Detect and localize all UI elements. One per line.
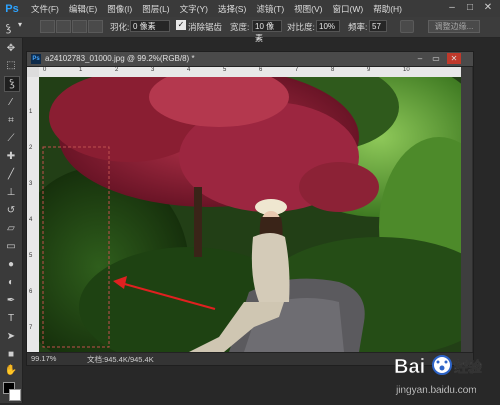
- menu-view[interactable]: 视图(V): [294, 3, 322, 15]
- menu-image[interactable]: 图像(I): [107, 3, 132, 15]
- doc-maximize-icon[interactable]: ▭: [429, 53, 443, 64]
- brush-icon[interactable]: ╱: [4, 168, 18, 182]
- tools-panel: ✥ ⬚ ꝣ ⁄ ⌗ ⟋ ✚ ╱ ⊥ ↺ ▱ ▭ ● ◐ ✒ T ➤ ■ ✋ ⌕: [0, 38, 23, 403]
- dodge-icon[interactable]: ◐: [4, 276, 18, 290]
- width-label: 宽度:: [230, 22, 250, 32]
- ruler-tick: 0: [43, 67, 47, 73]
- watermark-brand: Bai: [394, 356, 425, 378]
- document-title: a24102783_01000.jpg @ 99.2%(RGB/8) *: [45, 54, 195, 63]
- options-bar: ꝣ ▾ 羽化: 0 像素 ✓ 消除锯齿 宽度: 10 像素 对比度: 10% 频…: [0, 17, 500, 43]
- rectangle-icon[interactable]: ■: [4, 348, 18, 362]
- contrast-input[interactable]: 10%: [316, 20, 340, 32]
- feather-input[interactable]: 0 像素: [130, 20, 170, 32]
- ruler-tick: 2: [115, 67, 119, 73]
- document-tab[interactable]: Ps a24102783_01000.jpg @ 99.2%(RGB/8) * …: [27, 52, 473, 67]
- magnetic-lasso-icon[interactable]: ꝣ: [6, 20, 11, 34]
- menu-edit[interactable]: 编辑(E): [69, 3, 97, 15]
- eyedropper-icon[interactable]: ⟋: [4, 132, 18, 146]
- ruler-tick: 6: [29, 289, 33, 295]
- quick-select-icon[interactable]: ⁄: [4, 96, 18, 110]
- background-color[interactable]: [9, 389, 21, 401]
- blur-icon[interactable]: ●: [4, 258, 18, 272]
- photoshop-logo: Ps: [3, 1, 21, 16]
- ps-document-icon: Ps: [31, 54, 41, 64]
- photo-garden-scene: [39, 77, 461, 352]
- ruler-tick: 6: [259, 67, 263, 73]
- path-select-icon[interactable]: ➤: [4, 330, 18, 344]
- stamp-icon[interactable]: ⊥: [4, 186, 18, 200]
- type-icon[interactable]: T: [4, 312, 18, 326]
- menu-type[interactable]: 文字(Y): [180, 3, 208, 15]
- marquee-icon[interactable]: ⬚: [4, 59, 18, 73]
- ruler-tick: 8: [331, 67, 335, 73]
- maximize-icon[interactable]: □: [462, 2, 478, 14]
- menu-filter[interactable]: 滤镜(T): [256, 3, 284, 15]
- vertical-scrollbar[interactable]: [461, 67, 472, 352]
- move-icon[interactable]: ✥: [4, 42, 18, 56]
- doc-close-icon[interactable]: ✕: [447, 53, 461, 64]
- menu-help[interactable]: 帮助(H): [373, 3, 402, 15]
- eraser-icon[interactable]: ▱: [4, 222, 18, 236]
- menu-file[interactable]: 文件(F): [31, 3, 59, 15]
- ruler-tick: 3: [29, 181, 33, 187]
- subtract-selection-icon[interactable]: [72, 20, 87, 33]
- refine-edge-button[interactable]: 调整边缘...: [428, 20, 480, 33]
- ruler-tick: 4: [29, 217, 33, 223]
- add-selection-icon[interactable]: [56, 20, 71, 33]
- crop-icon[interactable]: ⌗: [4, 114, 18, 128]
- zoom-level[interactable]: 99.17%: [31, 354, 56, 363]
- image-canvas[interactable]: [39, 77, 461, 352]
- ruler-tick: 4: [187, 67, 191, 73]
- menu-window[interactable]: 窗口(W): [333, 3, 364, 15]
- pen-icon[interactable]: ✒: [4, 294, 18, 308]
- hand-icon[interactable]: ✋: [4, 364, 18, 378]
- antialias-label: 消除锯齿: [188, 22, 223, 32]
- width-input[interactable]: 10 像素: [252, 20, 282, 43]
- close-icon[interactable]: ✕: [480, 2, 496, 14]
- ruler-tick: 5: [223, 67, 227, 73]
- new-selection-icon[interactable]: [40, 20, 55, 33]
- healing-icon[interactable]: ✚: [4, 150, 18, 164]
- menu-layer[interactable]: 图层(L): [142, 3, 169, 15]
- document-window: Ps a24102783_01000.jpg @ 99.2%(RGB/8) * …: [26, 51, 474, 366]
- frequency-label: 频率:: [348, 22, 368, 32]
- intersect-selection-icon[interactable]: [88, 20, 103, 33]
- ruler-tick: 7: [29, 325, 33, 331]
- history-brush-icon[interactable]: ↺: [4, 204, 18, 218]
- contrast-label: 对比度:: [287, 22, 315, 32]
- baidu-logo: Bai 经验 jingyan.baidu.com: [394, 355, 483, 396]
- ruler-tick: 2: [29, 145, 33, 151]
- menu-bar: Ps 文件(F) 编辑(E) 图像(I) 图层(L) 文字(Y) 选择(S) 滤…: [0, 0, 500, 17]
- antialias-checkbox[interactable]: ✓: [176, 20, 186, 30]
- ruler-tick: 3: [151, 67, 155, 73]
- ruler-tick: 9: [367, 67, 371, 73]
- baidu-jingyan-watermark: Bai 经验 jingyan.baidu.com: [392, 345, 500, 403]
- ruler-tick: 1: [79, 67, 83, 73]
- ruler-tick: 10: [403, 67, 410, 73]
- frequency-input[interactable]: 57: [369, 20, 387, 32]
- tablet-pressure-icon[interactable]: [400, 20, 414, 33]
- minimize-icon[interactable]: –: [444, 2, 460, 14]
- ruler-tick: 7: [295, 67, 299, 73]
- ruler-tick: 5: [29, 253, 33, 259]
- watermark-brand-cn: 经验: [454, 359, 483, 376]
- doc-info: 文档:945.4K/945.4K: [87, 355, 154, 364]
- feather-label: 羽化:: [110, 22, 130, 32]
- doc-minimize-icon[interactable]: –: [413, 53, 427, 64]
- ruler-origin[interactable]: [27, 67, 39, 77]
- watermark-url: jingyan.baidu.com: [395, 385, 477, 396]
- ruler-tick: 1: [29, 109, 33, 115]
- lasso-icon[interactable]: ꝣ: [4, 76, 20, 92]
- menu-select[interactable]: 选择(S): [218, 3, 246, 15]
- gradient-icon[interactable]: ▭: [4, 240, 18, 254]
- tool-preset-dropdown-icon[interactable]: ▾: [18, 20, 22, 29]
